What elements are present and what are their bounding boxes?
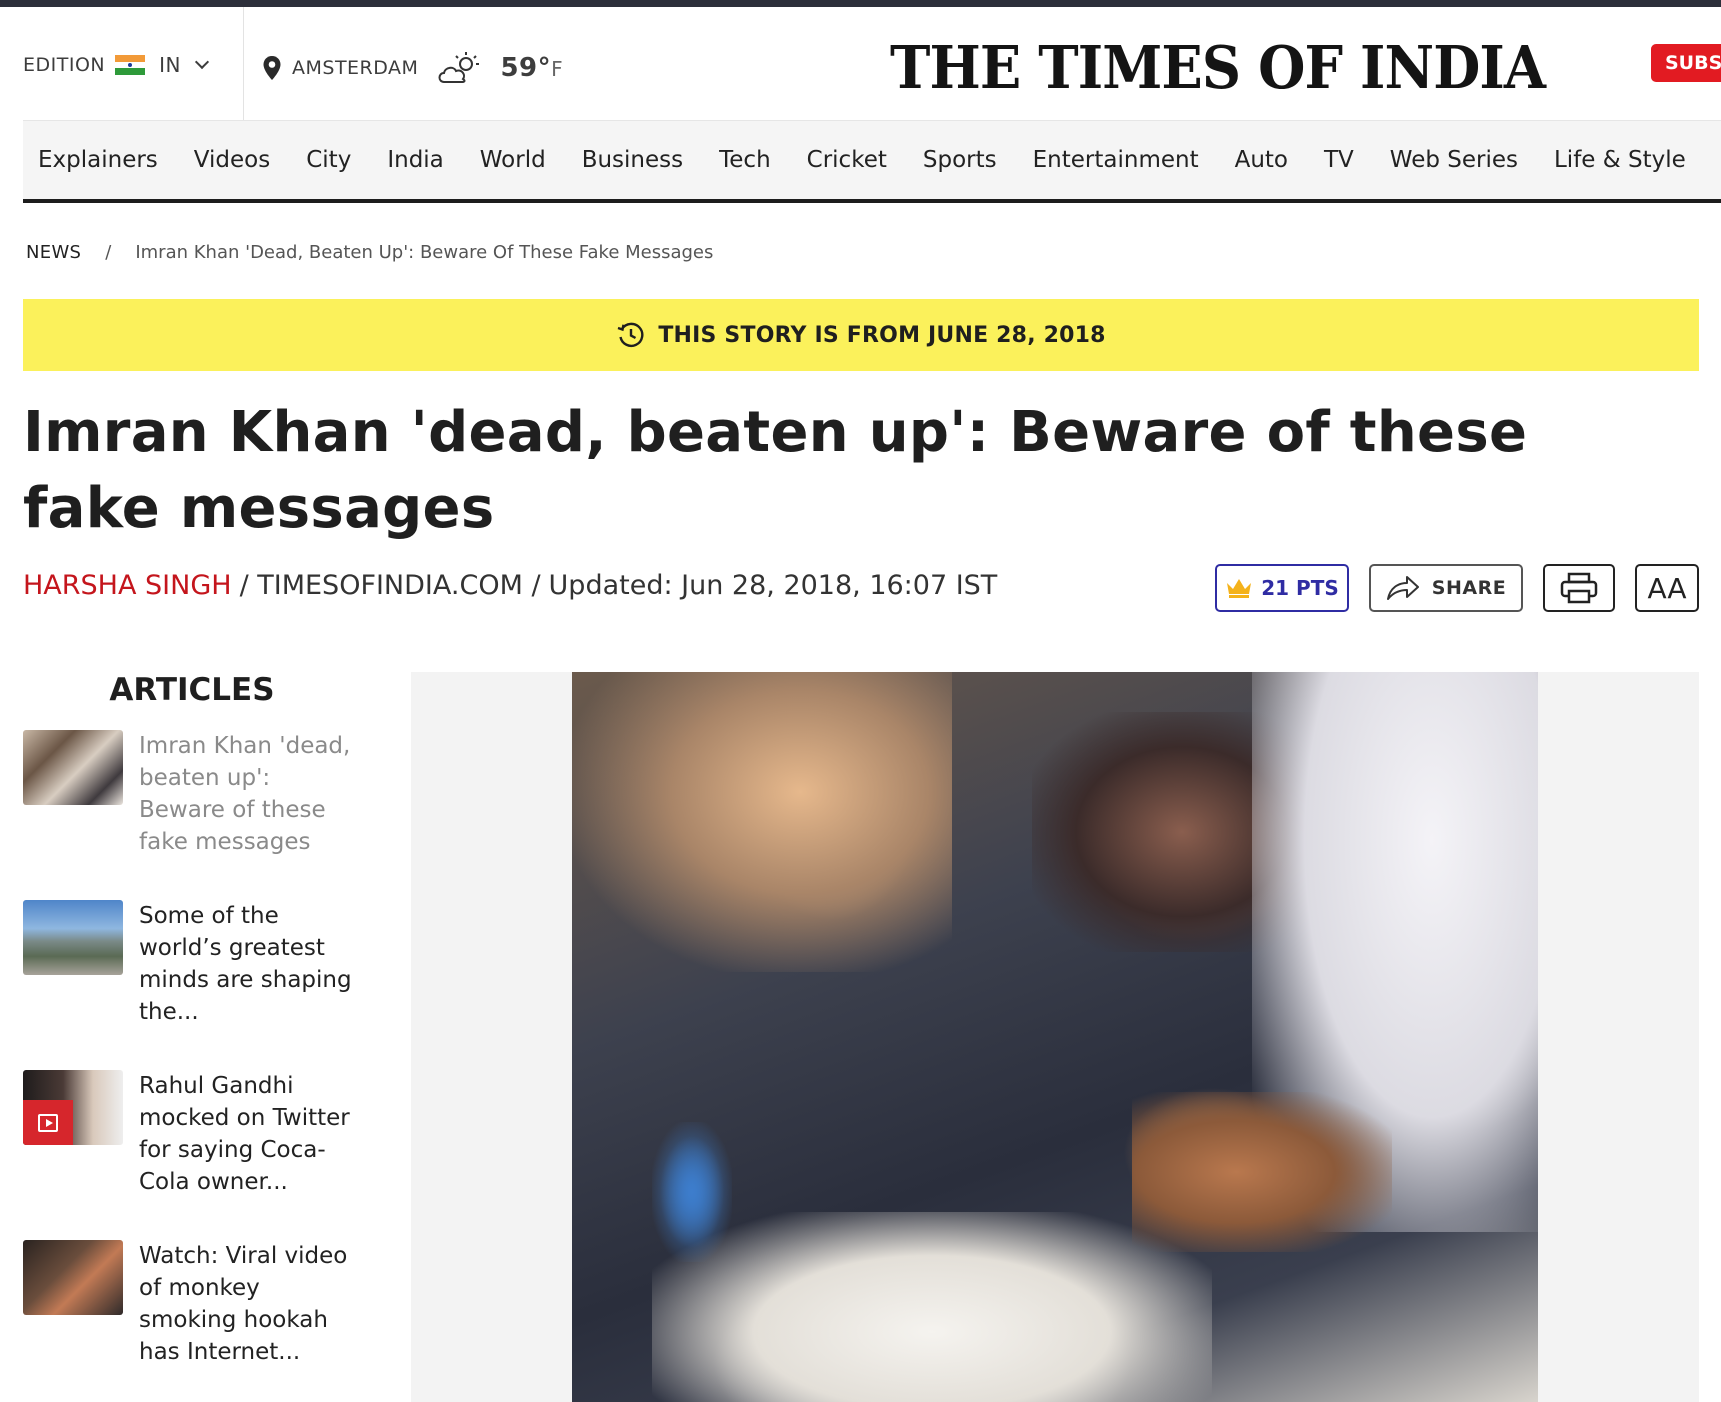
crown-icon	[1227, 579, 1252, 598]
share-label: SHARE	[1431, 577, 1507, 599]
article-thumbnail[interactable]	[23, 1240, 123, 1315]
top-strip	[0, 0, 1721, 7]
article-headline: Imran Khan 'dead, beaten up': Beware of …	[23, 400, 1528, 541]
printer-icon	[1560, 572, 1598, 604]
author-link[interactable]: HARSHA SINGH	[23, 570, 232, 601]
main-nav: Explainers Videos City India World Busin…	[23, 120, 1721, 203]
nav-item-entertainment[interactable]: Entertainment	[1033, 147, 1199, 173]
video-play-icon	[23, 1100, 73, 1145]
location-name: AMSTERDAM	[292, 57, 419, 79]
articles-sidebar: ARTICLES Imran Khan 'dead, beaten up': B…	[23, 672, 363, 1402]
sidebar-article[interactable]: Some of the world’s greatest minds are s…	[23, 900, 363, 1028]
archive-date-banner: THIS STORY IS FROM JUNE 28, 2018	[23, 299, 1699, 371]
nav-item-world[interactable]: World	[480, 147, 546, 173]
nav-item-cricket[interactable]: Cricket	[807, 147, 887, 173]
article-title[interactable]: Imran Khan 'dead, beaten up': Beware of …	[139, 730, 359, 858]
points-label: 21 PTS	[1261, 576, 1339, 600]
article-title[interactable]: Rahul Gandhi mocked on Twitter for sayin…	[139, 1070, 359, 1198]
nav-item-business[interactable]: Business	[582, 147, 683, 173]
share-arrow-icon	[1386, 576, 1419, 600]
font-size-button[interactable]: AA	[1635, 564, 1699, 612]
article-title[interactable]: Watch: Viral video of monkey smoking hoo…	[139, 1240, 359, 1368]
nav-item-india[interactable]: India	[387, 147, 443, 173]
header-divider	[243, 7, 244, 120]
india-flag-icon	[115, 55, 146, 75]
article-thumbnail[interactable]	[23, 1070, 123, 1145]
site-logo[interactable]: THE TIMES OF INDIA	[890, 33, 1546, 102]
nav-item-tech[interactable]: Tech	[719, 147, 771, 173]
breadcrumb-current: Imran Khan 'Dead, Beaten Up': Beware Of …	[135, 242, 714, 263]
nav-item-city[interactable]: City	[306, 147, 351, 173]
breadcrumb-news[interactable]: NEWS	[26, 242, 81, 263]
article-title[interactable]: Some of the world’s greatest minds are s…	[139, 900, 359, 1028]
nav-item-web-series[interactable]: Web Series	[1390, 147, 1518, 173]
chevron-down-icon	[194, 54, 210, 70]
nav-item-explainers[interactable]: Explainers	[38, 147, 158, 173]
articles-heading: ARTICLES	[109, 672, 275, 708]
edition-selector[interactable]: EDITION IN	[23, 53, 210, 77]
site-header: EDITION IN AMSTERDAM 59°F THE TIMES OF I…	[0, 7, 1721, 120]
temperature-value: 59°	[500, 53, 552, 83]
article-source: / TIMESOFINDIA.COM /	[239, 570, 541, 601]
sidebar-article[interactable]: Rahul Gandhi mocked on Twitter for sayin…	[23, 1070, 363, 1198]
sidebar-article[interactable]: Imran Khan 'dead, beaten up': Beware of …	[23, 730, 363, 858]
sidebar-article[interactable]: Watch: Viral video of monkey smoking hoo…	[23, 1240, 363, 1368]
article-image-frame	[411, 672, 1699, 1402]
history-clock-icon	[617, 322, 644, 348]
article-updated: Updated: Jun 28, 2018, 16:07 IST	[548, 570, 998, 601]
subscribe-button[interactable]: SUBS	[1651, 44, 1721, 82]
nav-item-videos[interactable]: Videos	[194, 147, 270, 173]
temperature-unit: F	[551, 57, 564, 81]
nav-item-sports[interactable]: Sports	[923, 147, 997, 173]
location-weather[interactable]: AMSTERDAM 59°F	[262, 51, 563, 85]
nav-item-auto[interactable]: Auto	[1235, 147, 1288, 173]
article-main-image	[572, 672, 1538, 1402]
banner-text: THIS STORY IS FROM JUNE 28, 2018	[658, 322, 1106, 348]
temperature: 59°F	[500, 53, 563, 83]
edition-label: EDITION	[23, 54, 106, 76]
nav-item-tv[interactable]: TV	[1324, 147, 1354, 173]
location-pin-icon	[263, 56, 281, 80]
article-byline: HARSHA SINGH / TIMESOFINDIA.COM / Update…	[23, 570, 997, 601]
breadcrumb-separator: /	[105, 242, 112, 263]
share-button[interactable]: SHARE	[1369, 564, 1523, 612]
nav-item-life-style[interactable]: Life & Style	[1554, 147, 1686, 173]
article-thumbnail[interactable]	[23, 900, 123, 975]
print-button[interactable]	[1543, 564, 1615, 612]
partly-cloudy-icon	[438, 52, 480, 83]
article-thumbnail[interactable]	[23, 730, 123, 805]
edition-code: IN	[159, 53, 181, 77]
points-button[interactable]: 21 PTS	[1215, 564, 1349, 612]
breadcrumb: NEWS / Imran Khan 'Dead, Beaten Up': Bew…	[26, 242, 713, 263]
